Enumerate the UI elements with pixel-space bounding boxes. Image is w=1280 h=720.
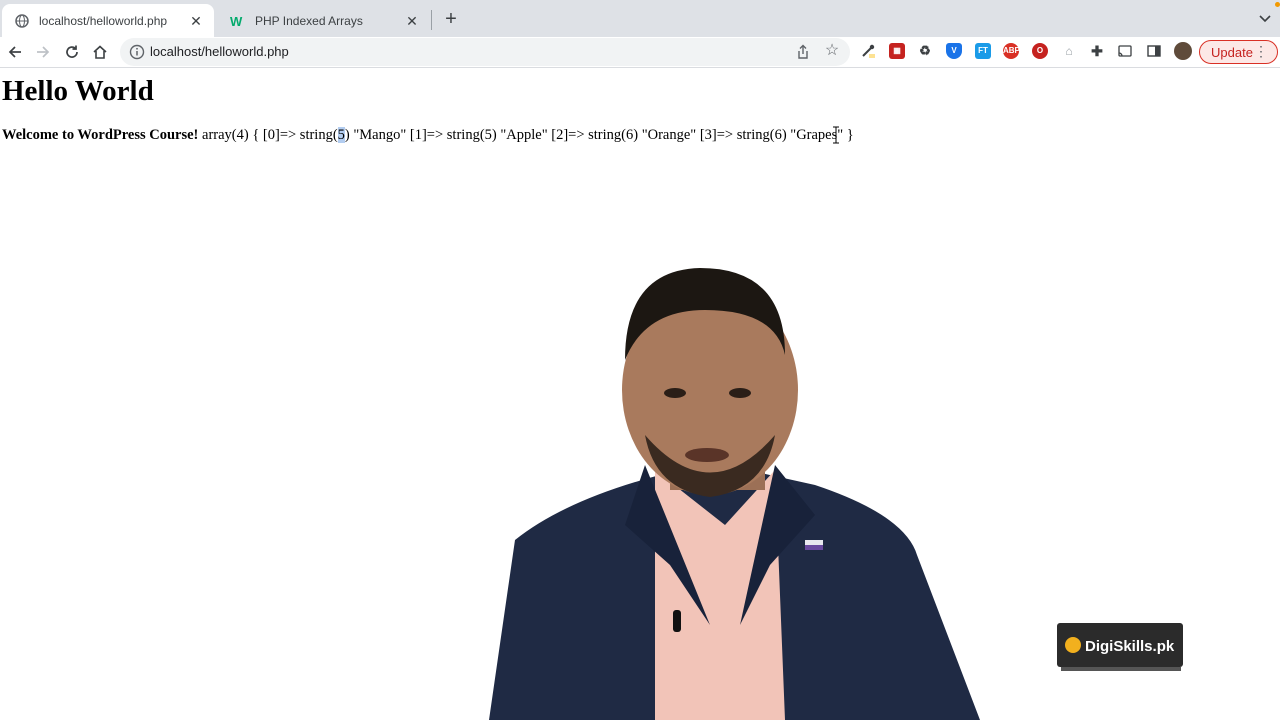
new-tab-button[interactable]: + <box>440 8 462 30</box>
opera-extension-icon[interactable]: O <box>1032 43 1048 59</box>
dump-prefix: array(4) { [0]=> string( <box>202 127 338 143</box>
side-panel-icon[interactable] <box>1146 43 1162 59</box>
tab-title: PHP Indexed Arrays <box>255 13 363 28</box>
site-info-icon[interactable] <box>129 44 145 60</box>
selected-text: 5 <box>337 127 345 143</box>
more-menu-icon[interactable]: ⋮ <box>1254 43 1268 60</box>
shield-extension-icon[interactable]: V <box>946 43 962 59</box>
w3schools-icon: W <box>230 13 246 29</box>
forward-button[interactable] <box>31 40 55 64</box>
update-label: Update <box>1211 44 1253 60</box>
recycle-extension-icon[interactable]: ♻ <box>917 43 933 59</box>
svg-text:W: W <box>230 14 243 28</box>
share-icon[interactable] <box>794 43 812 61</box>
update-button[interactable]: Update ⋮ <box>1199 40 1278 64</box>
home-button[interactable] <box>88 40 112 64</box>
close-tab-icon[interactable]: ✕ <box>188 13 204 29</box>
eyedropper-extension-icon[interactable] <box>860 43 876 59</box>
address-bar[interactable]: localhost/helloworld.php ☆ <box>120 38 850 66</box>
forward-arrow-icon <box>37 46 50 58</box>
extensions-puzzle-icon[interactable]: ✚ <box>1089 43 1105 59</box>
tab-strip: localhost/helloworld.php ✕ W PHP Indexed… <box>0 0 1280 37</box>
browser-toolbar: localhost/helloworld.php ☆ ▦ ♻ V FT ABP … <box>0 37 1280 67</box>
page-heading: Hello World <box>2 75 154 107</box>
tab-search-chevron-icon[interactable] <box>1256 10 1274 28</box>
reload-button[interactable] <box>60 40 84 64</box>
bookmark-star-icon[interactable]: ☆ <box>823 42 841 60</box>
tab-php-indexed-arrays[interactable]: W PHP Indexed Arrays ✕ <box>218 4 430 37</box>
tab-helloworld[interactable]: localhost/helloworld.php ✕ <box>2 4 214 37</box>
logo-text: DigiSkills.pk <box>1085 638 1175 655</box>
dump-rest: ) "Mango" [1]=> string(5) "Apple" [2]=> … <box>344 127 854 143</box>
adblock-extension-icon[interactable]: ABP <box>1003 43 1020 59</box>
profile-avatar[interactable] <box>1174 42 1192 60</box>
tab-separator <box>431 10 432 30</box>
mouse-extension-icon[interactable]: ⌂ <box>1061 43 1077 59</box>
back-button[interactable] <box>3 40 27 64</box>
cast-icon[interactable] <box>1117 43 1133 59</box>
welcome-text: Welcome to WordPress Course! <box>2 127 199 143</box>
home-icon <box>93 45 107 59</box>
digiskills-logo: DigiSkills.pk <box>1057 623 1183 673</box>
reload-icon <box>66 45 78 58</box>
ft-extension-icon[interactable]: FT <box>975 43 991 59</box>
text-cursor-icon <box>832 126 840 144</box>
extension-badge-icon[interactable]: ▦ <box>889 43 905 59</box>
presenter-video <box>485 265 985 720</box>
notification-dot <box>1275 2 1280 7</box>
php-output: Welcome to WordPress Course! array(4) { … <box>2 127 854 144</box>
globe-icon <box>14 13 30 29</box>
close-tab-icon[interactable]: ✕ <box>404 13 420 29</box>
tab-title: localhost/helloworld.php <box>39 13 168 28</box>
url-text: localhost/helloworld.php <box>150 44 289 59</box>
back-arrow-icon <box>8 46 21 58</box>
